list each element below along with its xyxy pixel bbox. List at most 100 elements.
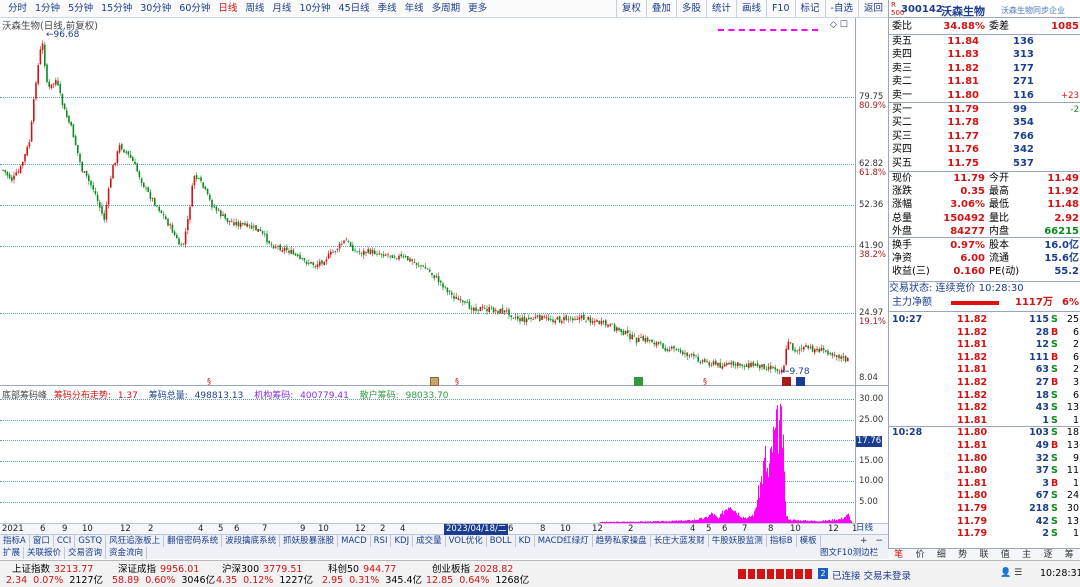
event-marker[interactable] (634, 377, 643, 386)
indicator-tab[interactable]: CCI (54, 535, 76, 547)
chart-action-button[interactable]: F10 (765, 0, 795, 18)
indicator-tab[interactable]: KDJ (391, 535, 414, 547)
indicator-tab[interactable]: 波段擒底系统 (222, 535, 281, 547)
event-marker[interactable] (796, 377, 805, 386)
candle-body (679, 350, 682, 353)
indicator-tab[interactable]: 牛股妖股监测 (709, 535, 767, 547)
indicator-tab[interactable]: 指标B (767, 535, 797, 547)
period-tab[interactable]: 5分钟 (64, 0, 97, 18)
indicator-tab[interactable]: 成交量 (413, 535, 446, 547)
indicator-tab[interactable]: 翻倍密码系统 (164, 535, 223, 547)
index-quote[interactable]: 上证指数 3213.77 (12, 564, 93, 575)
zoom-in-button[interactable]: + (860, 535, 868, 547)
order-book-row[interactable]: 买三 11.77 766 (889, 131, 1080, 143)
indicator-tab[interactable]: MACD (338, 535, 371, 547)
candle-body (706, 361, 708, 362)
indicator-tab[interactable]: RSI (371, 535, 392, 547)
detail-tab[interactable]: 主 (1016, 549, 1037, 560)
chip-volume-chart (600, 404, 852, 523)
period-tab[interactable]: 15分钟 (97, 0, 136, 18)
indicator-tab[interactable]: 抓妖股暴涨股 (280, 535, 339, 547)
order-book-row[interactable]: 买五 11.75 537 (889, 158, 1080, 170)
tick-count: 25 (1066, 314, 1079, 325)
indicator-tab[interactable]: GSTQ (75, 535, 107, 547)
event-marker[interactable]: § (455, 377, 459, 386)
chart-action-button[interactable]: 画线 (735, 0, 766, 18)
period-tab[interactable]: 日线 (214, 0, 241, 18)
index-quote[interactable]: 沪深300 3779.51 (222, 564, 302, 575)
period-tab[interactable]: 45日线 (335, 0, 374, 18)
candle-body (600, 320, 603, 325)
detail-tab[interactable]: 值 (995, 549, 1016, 560)
detail-tab[interactable]: 筹 (1059, 549, 1080, 560)
chart-action-button[interactable]: 复权 (615, 0, 646, 18)
detail-tab[interactable]: 细 (931, 549, 952, 560)
indicator-tab[interactable]: BOLL (487, 535, 516, 547)
bottom-tab[interactable]: 关联报价 (24, 547, 66, 559)
chart-action-button[interactable]: -自选 (824, 0, 858, 18)
indicator-tab[interactable]: KD (516, 535, 535, 547)
order-book-row[interactable]: 卖五 11.84 136 (889, 36, 1080, 48)
indicator-tab[interactable]: 模板 (797, 535, 821, 547)
period-tab[interactable]: 30分钟 (136, 0, 175, 18)
indicator-tab[interactable]: 窗口 (30, 535, 54, 547)
detail-tab[interactable]: 逐 (1037, 549, 1058, 560)
candle-body (609, 324, 611, 326)
event-marker[interactable]: § (207, 377, 211, 386)
order-book-row[interactable]: 卖一 11.80 116 +23 (889, 90, 1080, 102)
index-quote[interactable]: 科创50 944.77 (328, 564, 396, 575)
indicator-tab[interactable]: MACD红绿灯 (535, 535, 593, 547)
bottom-tab[interactable]: 扩展 (0, 547, 25, 559)
order-book-row[interactable]: 卖二 11.81 271 (889, 76, 1080, 88)
indicator-tab[interactable]: 长庄大蓝发财 (651, 535, 709, 547)
order-book-row[interactable]: 卖三 11.82 177 (889, 63, 1080, 75)
chart-action-button[interactable]: 统计 (705, 0, 736, 18)
connection-icon[interactable]: 2 (818, 568, 828, 579)
period-tab[interactable]: 月线 (268, 0, 295, 18)
period-tab[interactable]: 分时 (4, 0, 31, 18)
event-marker[interactable] (782, 377, 791, 386)
indicator-tab[interactable]: 风狂追涨板上 (106, 535, 165, 547)
bottom-tab[interactable]: 交易咨询 (65, 547, 107, 559)
detail-tab[interactable]: 势 (952, 549, 973, 560)
period-tab[interactable]: 1分钟 (31, 0, 64, 18)
detail-tab[interactable]: 联 (973, 549, 994, 560)
order-book-row[interactable]: 卖四 11.83 313 (889, 49, 1080, 61)
period-tab[interactable]: 周线 (241, 0, 268, 18)
event-marker[interactable]: § (703, 377, 707, 386)
index-amount: 3046亿 (181, 575, 216, 586)
detail-tab[interactable]: 价 (909, 549, 930, 560)
period-tab[interactable]: 60分钟 (175, 0, 214, 18)
indicator-tab[interactable]: VOL优化 (446, 535, 487, 547)
indicator-tab[interactable]: 指标A (0, 535, 30, 547)
stock-tag[interactable]: 沃森生物同步企业 (1001, 5, 1065, 16)
period-tab[interactable]: 更多 (464, 0, 491, 18)
event-marker[interactable] (430, 377, 439, 386)
connection-status[interactable]: 已连接 交易未登录 (832, 568, 911, 582)
chart-action-button[interactable]: 返回 (857, 0, 888, 18)
status-icons[interactable]: 👤 ☰ (1000, 568, 1022, 578)
chart-action-button[interactable]: 叠加 (645, 0, 676, 18)
period-tab[interactable]: 季线 (374, 0, 401, 18)
weibi-label: 委比 (892, 21, 912, 32)
period-tab[interactable]: 多周期 (428, 0, 465, 18)
detail-tab[interactable]: 笔 (888, 549, 909, 560)
chart-settings-icon[interactable]: ◇ ☐ (830, 20, 848, 30)
order-book-row[interactable]: 买一 11.79 99 -2 (889, 104, 1080, 116)
quote-label: 最低 (989, 199, 1009, 211)
period-tab[interactable]: 10分钟 (295, 0, 334, 18)
index-quote[interactable]: 创业板指 2028.82 (432, 564, 513, 575)
indicator-tab[interactable]: 趋势私家操盘 (593, 535, 651, 547)
candle-body (739, 363, 741, 366)
chart-action-button[interactable]: 标记 (794, 0, 825, 18)
bottom-tab[interactable]: 资金流向 (106, 547, 148, 559)
zoom-out-button[interactable]: − (876, 535, 884, 547)
period-tab[interactable]: 年线 (401, 0, 428, 18)
tab-sidebar[interactable]: 测边栏 (853, 547, 879, 559)
tab-f10[interactable]: 图文F10 (820, 547, 853, 559)
order-book-row[interactable]: 买二 11.78 354 (889, 117, 1080, 129)
candle-body (486, 308, 488, 312)
order-book-row[interactable]: 买四 11.76 342 (889, 144, 1080, 156)
index-quote[interactable]: 深证成指 9956.01 (118, 564, 199, 575)
chart-action-button[interactable]: 多股 (675, 0, 706, 18)
